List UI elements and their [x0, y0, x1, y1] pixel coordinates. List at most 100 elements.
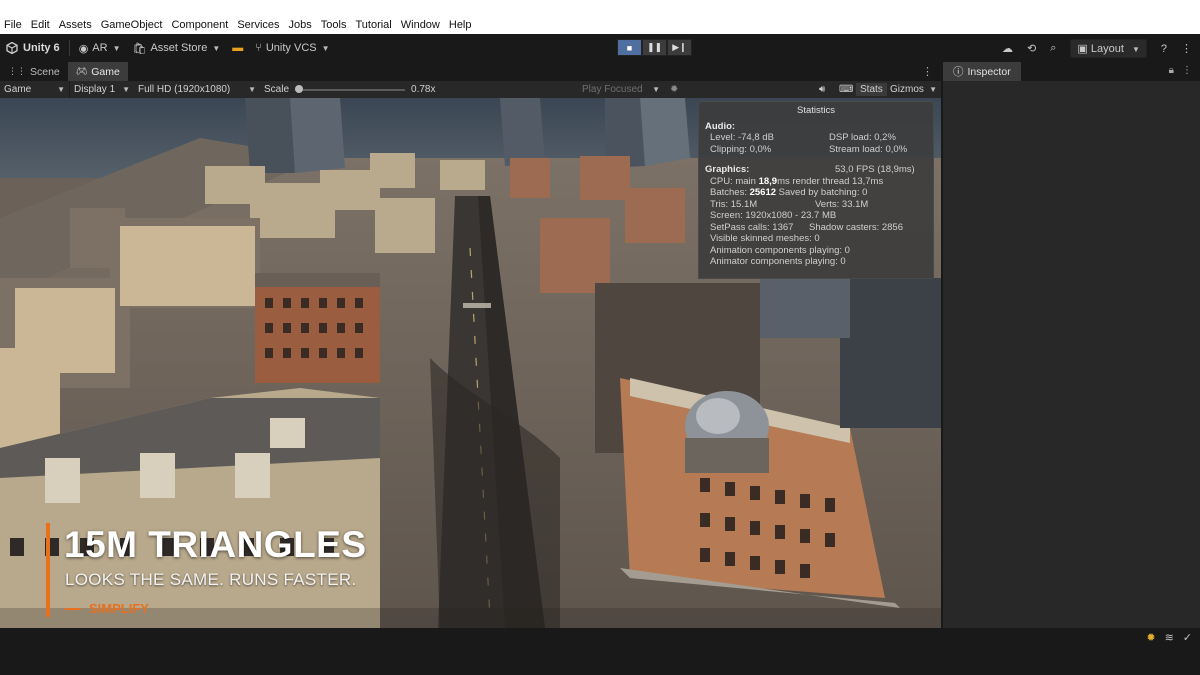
stats-screen: Screen: 1920x1080 - 23.7 MB — [710, 210, 837, 221]
tab-game[interactable]: 🎮︎ Game — [67, 62, 128, 81]
gizmos-dropdown[interactable]: Gizmos ▼ — [886, 81, 941, 98]
scale-slider[interactable] — [295, 84, 406, 93]
history-icon[interactable]: ⟲ — [1027, 42, 1036, 55]
promo-tag-label: SIMPLIFY — [89, 601, 149, 616]
stats-shadow: Shadow casters: 2856 — [809, 221, 904, 233]
stats-cpu-main: 18,9 — [758, 175, 778, 187]
tab-inspector-label: Inspector — [967, 65, 1011, 78]
status-icons: ✹ ≋ ✓ — [1146, 631, 1192, 644]
unity-version-label: Unity 6 — [23, 42, 60, 54]
stats-graphics-header: Graphics: — [705, 164, 750, 175]
cloud-icon[interactable]: ☁ — [1002, 42, 1013, 55]
lighting-icon[interactable]: ✹ — [1146, 631, 1155, 644]
scene-grid-icon: ⋮⋮ — [8, 66, 26, 76]
menu-file[interactable]: File — [4, 19, 22, 31]
inspector-tabbar: ⓘ Inspector 🔒︎ ⋮ — [943, 62, 1200, 81]
vcs-dropdown[interactable]: ⑂ Unity VCS ▼ — [249, 38, 335, 58]
resolution-dropdown[interactable]: Full HD (1920x1080) ▼ — [134, 81, 260, 98]
play-focused-dropdown[interactable]: Play Focused ▼ — [578, 81, 664, 98]
menu-edit[interactable]: Edit — [31, 19, 50, 31]
keyboard-icon[interactable]: ⌨ — [839, 84, 853, 95]
play-focused-label: Play Focused — [582, 84, 643, 95]
asset-store-label: Asset Store — [150, 42, 208, 54]
stats-row: Level: -74,8 dB DSP load: 0,2% — [705, 132, 927, 144]
chevron-down-icon: ▼ — [112, 43, 121, 53]
stats-setpass: SetPass calls: 1367 — [710, 221, 794, 233]
audio-mute-icon[interactable]: 🔊︎ — [819, 84, 825, 95]
tab-scene[interactable]: ⋮⋮ Scene — [0, 62, 68, 81]
step-icon: ▶❙ — [672, 42, 687, 52]
unity-logo-icon — [6, 42, 18, 54]
search-icon[interactable]: ⌕ — [1050, 42, 1056, 55]
layers-icon[interactable]: ≋ — [1165, 631, 1174, 644]
layout-icon: ▣ — [1077, 43, 1091, 55]
stats-level: Level: -74,8 dB — [710, 132, 774, 143]
tab-inspector[interactable]: ⓘ Inspector — [943, 62, 1021, 81]
chevron-down-icon: ▼ — [929, 85, 937, 94]
view-tabbar: ⋮⋮ Scene 🎮︎ Game ⋮ — [0, 62, 941, 81]
display-dropdown[interactable]: Display 1 ▼ — [70, 81, 134, 98]
check-circle-icon[interactable]: ✓ — [1183, 631, 1192, 644]
menu-tools[interactable]: Tools — [321, 19, 347, 31]
asset-store-dropdown[interactable]: 🛍︎ Asset Store ▼ — [127, 38, 227, 58]
menu-tutorial[interactable]: Tutorial — [355, 19, 391, 31]
promo-title: 15M TRIANGLES — [64, 524, 367, 565]
stats-cpu: CPU: main 18,9ms render thread 13,7ms — [705, 176, 927, 188]
pause-button[interactable]: ❚❚ — [642, 39, 667, 56]
stats-cpu-suffix: ms render thread 13,7ms — [777, 175, 884, 187]
stats-row: Graphics: 53,0 FPS (18,9ms) — [705, 164, 927, 176]
inspector-menu-icon[interactable]: ⋮ — [1182, 65, 1192, 76]
menu-help[interactable]: Help — [449, 19, 472, 31]
promo-dash — [65, 607, 81, 610]
account-dropdown[interactable]: ◉ AR ▼ — [73, 38, 127, 58]
account-label: AR — [92, 42, 108, 54]
stats-row: Tris: 15.1M Verts: 33.1M — [705, 199, 927, 211]
display-label: Display 1 — [74, 84, 116, 95]
stats-batches-value: 25612 — [749, 187, 777, 198]
help-icon[interactable]: ? — [1161, 43, 1167, 55]
pause-icon: ❚❚ — [646, 42, 663, 52]
gizmos-label: Gizmos — [890, 84, 924, 95]
stop-square-icon: ■ — [626, 42, 633, 53]
layout-label: Layout — [1090, 43, 1124, 55]
lock-icon[interactable]: 🔒︎ — [1169, 65, 1174, 76]
gamepad-icon: 🎮︎ — [75, 66, 88, 76]
inspector-tab-tools: 🔒︎ ⋮ — [1169, 65, 1192, 76]
menu-services[interactable]: Services — [237, 19, 279, 31]
promo-tag: SIMPLIFY — [65, 601, 149, 616]
stats-cpu-prefix: CPU: main — [710, 175, 759, 187]
stats-animation: Animation components playing: 0 — [710, 244, 850, 256]
menu-gameobject[interactable]: GameObject — [101, 19, 163, 31]
chevron-down-icon: ▼ — [1131, 45, 1140, 54]
tab-scene-label: Scene — [30, 65, 60, 78]
store-icon: 🛍︎ — [132, 42, 147, 55]
step-button[interactable]: ▶❙ — [667, 39, 692, 56]
info-icon: ⓘ — [953, 66, 964, 78]
menu-kebab-icon[interactable]: ⋮ — [1181, 42, 1192, 55]
status-bar: ✹ ≋ ✓ — [0, 628, 1200, 675]
scale-label: Scale — [264, 84, 290, 95]
scale-value: 0.78x — [411, 84, 436, 95]
promo-subtitle: LOOKS THE SAME. RUNS FASTER. — [65, 570, 357, 589]
play-button[interactable]: ■ — [617, 39, 642, 56]
menu-jobs[interactable]: Jobs — [289, 19, 312, 31]
game-mode-dropdown[interactable]: Game ▼ — [0, 81, 70, 98]
layout-dropdown[interactable]: ▣ Layout ▼ — [1070, 39, 1147, 58]
menu-assets[interactable]: Assets — [59, 19, 92, 31]
stats-skinned: Visible skinned meshes: 0 — [710, 233, 820, 244]
unity-version-button[interactable]: Unity 6 — [0, 38, 66, 58]
stats-batches: Batches: 25612 Saved by batching: 0 — [705, 187, 927, 199]
bug-icon[interactable]: ✹ — [670, 84, 678, 95]
menu-window[interactable]: Window — [401, 19, 440, 31]
account-icon: ◉ — [78, 42, 89, 55]
stats-toggle[interactable]: Stats — [856, 83, 887, 96]
orange-package-button[interactable]: ▬ — [226, 38, 249, 58]
tab-game-label: Game — [91, 65, 120, 78]
scale-slider-handle[interactable] — [295, 84, 304, 93]
menu-bar: File Edit Assets GameObject Component Se… — [0, 0, 1200, 34]
menu-component[interactable]: Component — [171, 19, 228, 31]
package-icon: ▬ — [232, 42, 244, 54]
tab-menu-icon[interactable]: ⋮ — [922, 65, 933, 78]
stats-row: SetPass calls: 1367 Shadow casters: 2856 — [705, 222, 927, 234]
branch-icon: ⑂ — [255, 42, 262, 54]
